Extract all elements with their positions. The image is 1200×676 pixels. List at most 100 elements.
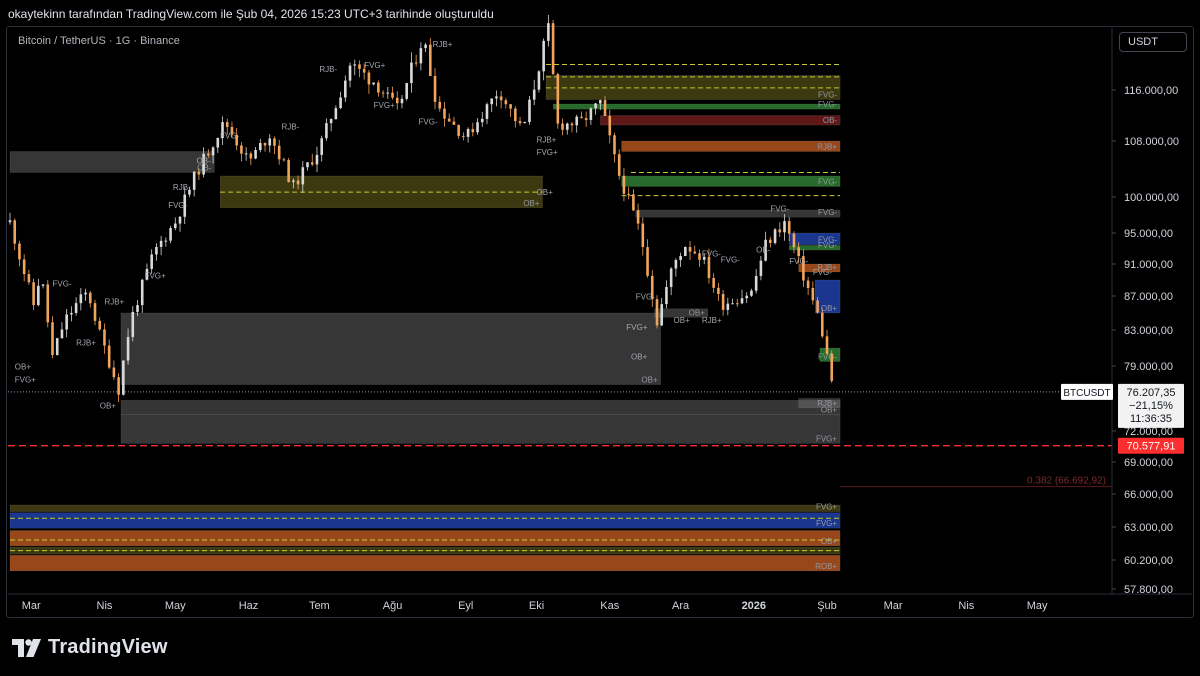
candle-body-128 xyxy=(613,135,616,155)
candle-body-171 xyxy=(816,300,819,313)
price-tags: BTCUSDT 76.207,35−21,15%11:36:35 70.577,91 xyxy=(1061,383,1184,454)
annotation-20: OB+ xyxy=(631,353,648,362)
candle-body-18 xyxy=(93,303,97,321)
x-tick-label-2: May xyxy=(165,600,186,612)
candle-body-10 xyxy=(55,338,59,356)
x-tick-label-11: Şub xyxy=(817,600,837,612)
annotation-15: FVG+ xyxy=(15,376,36,385)
candle-body-4 xyxy=(27,274,31,283)
candle-body-164 xyxy=(783,221,786,233)
candle-body-42 xyxy=(207,153,210,156)
candle-body-77 xyxy=(372,82,375,85)
annotation-13: RJB+ xyxy=(76,338,96,347)
candle-body-152 xyxy=(726,303,730,310)
candle-body-72 xyxy=(348,65,352,81)
x-tick-label-6: Eyl xyxy=(458,600,473,612)
candle-body-165 xyxy=(787,221,791,234)
candle-body-91 xyxy=(438,101,442,109)
candle-body-101 xyxy=(485,104,489,119)
annotation-25: FVG- xyxy=(721,255,740,264)
candle-body-68 xyxy=(329,119,333,124)
candle-body-158 xyxy=(754,275,758,291)
tradingview-logo[interactable]: TradingView xyxy=(12,636,168,659)
y-tick-label-12: 60.200,00 xyxy=(1124,555,1173,567)
candle-body-133 xyxy=(636,210,640,224)
fib-level-label: 0.382 (66.692,92) xyxy=(1027,476,1106,487)
candle-body-35 xyxy=(173,223,177,229)
candle-body-33 xyxy=(164,240,168,242)
candle-body-31 xyxy=(155,246,158,255)
tradingview-brand: TradingView xyxy=(48,636,168,658)
candle-body-103 xyxy=(495,96,498,99)
candle-body-89 xyxy=(429,44,432,77)
annotation-22: FVG- xyxy=(636,292,655,301)
red-level-value: 70.577,91 xyxy=(1127,441,1176,453)
candle-body-90 xyxy=(433,76,437,102)
candle-body-117 xyxy=(561,123,564,130)
y-tick-label-0: 116.000,00 xyxy=(1124,85,1178,97)
price-chart[interactable]: OB-OB+OB+OB+FVG+RJB+FVG-FVG-OB-RJB+FVG-F… xyxy=(0,0,1200,676)
candle-body-76 xyxy=(367,72,371,85)
candle-body-57 xyxy=(277,145,281,160)
currency-button[interactable]: USDT xyxy=(1119,32,1187,52)
zone-11 xyxy=(635,209,841,218)
candle-body-23 xyxy=(117,377,120,395)
candle-body-34 xyxy=(169,228,172,241)
x-tick-label-14: May xyxy=(1027,600,1048,612)
candle-body-66 xyxy=(320,138,323,155)
candle-body-84 xyxy=(405,83,408,99)
zone-label-18: FVG+ xyxy=(816,503,837,512)
candle-body-46 xyxy=(225,122,229,128)
annotation-6: FVG- xyxy=(220,131,239,140)
candle-body-24 xyxy=(122,360,125,395)
annotation-14: OB+ xyxy=(15,363,32,372)
candle-body-121 xyxy=(580,116,583,119)
candle-body-120 xyxy=(575,116,579,126)
candle-body-129 xyxy=(617,154,621,176)
candle-body-49 xyxy=(240,145,243,154)
candle-body-20 xyxy=(103,329,106,346)
candle-body-114 xyxy=(547,23,550,41)
candle-body-154 xyxy=(735,303,739,305)
symbol-title[interactable]: Bitcoin / TetherUS · 1G · Binance xyxy=(18,35,180,47)
candle-body-56 xyxy=(273,138,276,146)
candle-body-53 xyxy=(258,143,262,151)
zone-label-11: FVG- xyxy=(818,208,837,217)
candle-body-112 xyxy=(537,71,541,90)
zone-label-16: FVG- xyxy=(818,353,837,362)
zone-9 xyxy=(621,140,841,152)
candle-body-54 xyxy=(263,143,267,146)
x-tick-label-1: Nis xyxy=(97,600,113,612)
annotation-5: RJB- xyxy=(282,123,300,132)
candle-body-143 xyxy=(684,247,687,256)
candle-body-9 xyxy=(51,322,54,356)
candle-body-153 xyxy=(731,303,734,305)
candle-body-11 xyxy=(60,329,64,339)
annotation-0: RJB+ xyxy=(433,40,453,49)
x-tick-label-4: Tem xyxy=(309,600,330,612)
candle-body-70 xyxy=(339,97,342,109)
candle-body-150 xyxy=(717,287,720,294)
x-tick-label-5: Ağu xyxy=(383,600,403,612)
candle-body-74 xyxy=(358,64,361,69)
zone-19 xyxy=(9,512,841,529)
candle-body-134 xyxy=(641,223,645,248)
level-lines-layer: 0.382 (66.692,92) xyxy=(8,64,1112,552)
price-axis[interactable]: 116.000,00 108.000,00 100.000,00 95.000,00 9… xyxy=(1112,85,1179,596)
zone-8 xyxy=(600,115,841,126)
time-axis[interactable]: Mar Nis May Haz Tem Ağu Eyl Eki Kas Ara 2026 Şub Mar… xyxy=(22,600,1048,612)
candle-body-155 xyxy=(740,298,744,304)
candle-body-174 xyxy=(830,353,834,381)
candle-body-39 xyxy=(192,171,196,190)
x-tick-label-0: Mar xyxy=(22,600,41,612)
candle-body-0 xyxy=(8,220,12,223)
candle-body-93 xyxy=(447,118,451,122)
y-tick-label-7: 79.000,00 xyxy=(1124,361,1173,373)
candle-body-119 xyxy=(570,123,574,126)
candle-body-83 xyxy=(400,98,404,104)
x-tick-label-3: Haz xyxy=(239,600,259,612)
zone-label-19: FVG+ xyxy=(816,519,837,528)
zone-label-22: ROB+ xyxy=(815,562,837,571)
candle-body-169 xyxy=(806,280,810,289)
candle-body-13 xyxy=(70,312,73,315)
